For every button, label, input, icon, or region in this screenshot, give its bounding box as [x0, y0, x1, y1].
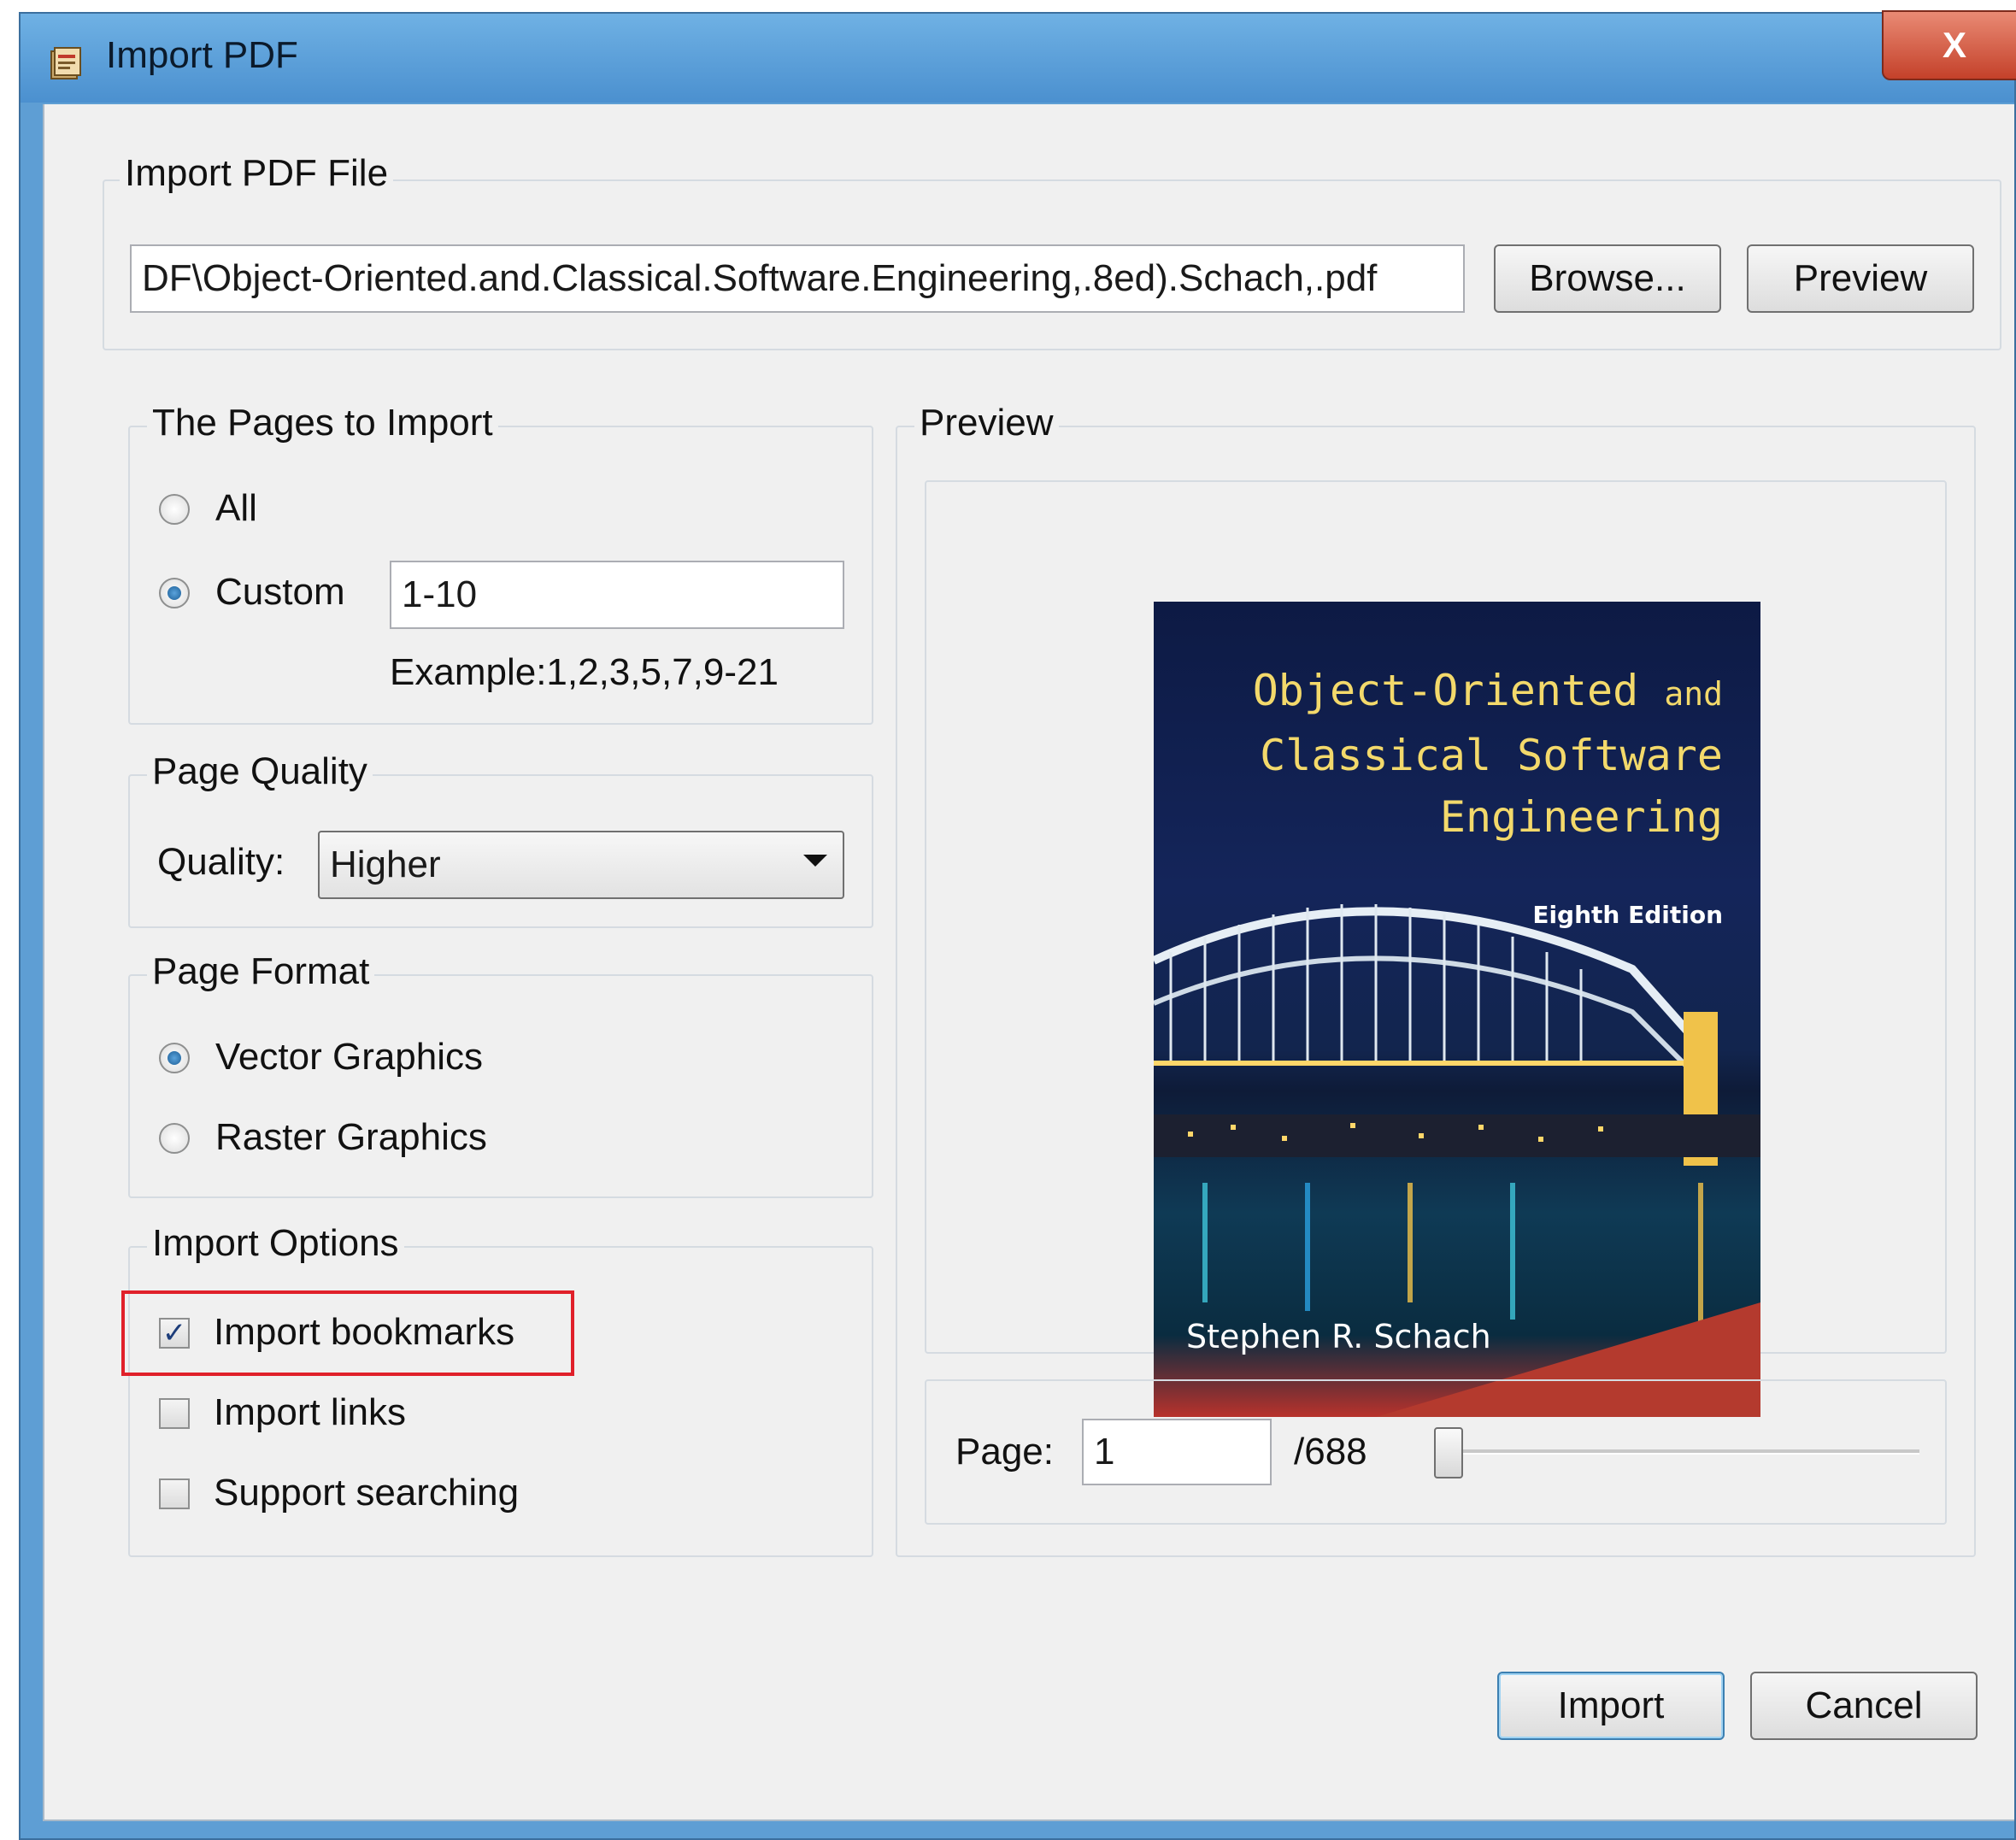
support-searching-checkbox[interactable]	[159, 1478, 190, 1509]
import-bookmarks-label: Import bookmarks	[214, 1311, 515, 1353]
page-format-group: Page Format	[128, 950, 873, 1198]
window-title: Import PDF	[106, 34, 298, 76]
page-slider-track[interactable]	[1441, 1449, 1919, 1455]
all-pages-radio[interactable]	[159, 494, 190, 525]
import-pdf-dialog: Import PDF X Import PDF File DF\Object-O…	[19, 10, 2016, 1840]
custom-pages-input[interactable]: 1-10	[390, 561, 844, 629]
cover-title: Object-Oriented and Classical Software E…	[1253, 660, 1723, 848]
cover-title-line1: Object-Oriented	[1252, 666, 1639, 715]
quality-select-value: Higher	[330, 844, 441, 885]
raster-graphics-radio[interactable]	[159, 1123, 190, 1154]
preview-group-label: Preview	[914, 402, 1059, 444]
page-total: /688	[1294, 1431, 1367, 1473]
page-number-input[interactable]: 1	[1082, 1419, 1272, 1485]
custom-pages-radio[interactable]	[159, 578, 190, 608]
raster-graphics-label: Raster Graphics	[215, 1116, 487, 1158]
dialog-body: Import PDF File DF\Object-Oriented.and.C…	[43, 104, 2014, 1821]
custom-pages-label: Custom	[215, 571, 345, 613]
preview-button[interactable]: Preview	[1747, 244, 1974, 313]
page-format-label: Page Format	[147, 950, 375, 993]
import-links-label: Import links	[214, 1391, 406, 1433]
import-pdf-file-label: Import PDF File	[120, 152, 394, 195]
chevron-down-icon	[803, 855, 827, 867]
page-quality-label: Page Quality	[147, 750, 373, 793]
page-label: Page:	[955, 1431, 1054, 1473]
title-bar[interactable]: Import PDF X	[21, 10, 2016, 103]
quality-select[interactable]: Higher	[318, 831, 844, 899]
import-bookmarks-checkbox[interactable]: ✓	[159, 1318, 190, 1349]
page-slider-thumb[interactable]	[1434, 1427, 1463, 1478]
cancel-button[interactable]: Cancel	[1750, 1672, 1978, 1740]
app-icon	[50, 47, 81, 79]
quality-label: Quality:	[157, 841, 285, 883]
custom-pages-example: Example:1,2,3,5,7,9-21	[390, 651, 779, 693]
import-links-checkbox[interactable]	[159, 1398, 190, 1429]
cover-author: Stephen R. Schach	[1186, 1318, 1491, 1355]
import-options-label: Import Options	[147, 1222, 404, 1265]
close-button[interactable]: X	[1882, 10, 2016, 80]
cover-edition: Eighth Edition	[1532, 901, 1723, 929]
cover-title-line3: Engineering	[1439, 792, 1723, 842]
pages-to-import-label: The Pages to Import	[147, 402, 498, 444]
pdf-path-input[interactable]: DF\Object-Oriented.and.Classical.Softwar…	[130, 244, 1465, 313]
all-pages-label: All	[215, 487, 257, 529]
pdf-cover-preview: Object-Oriented and Classical Software E…	[1154, 602, 1760, 1417]
vector-graphics-label: Vector Graphics	[215, 1036, 484, 1078]
cover-title-and: and	[1664, 675, 1723, 713]
import-button[interactable]: Import	[1497, 1672, 1725, 1740]
cover-title-line2: Classical Software	[1260, 731, 1723, 780]
browse-button[interactable]: Browse...	[1494, 244, 1721, 313]
vector-graphics-radio[interactable]	[159, 1043, 190, 1073]
support-searching-label: Support searching	[214, 1472, 520, 1514]
